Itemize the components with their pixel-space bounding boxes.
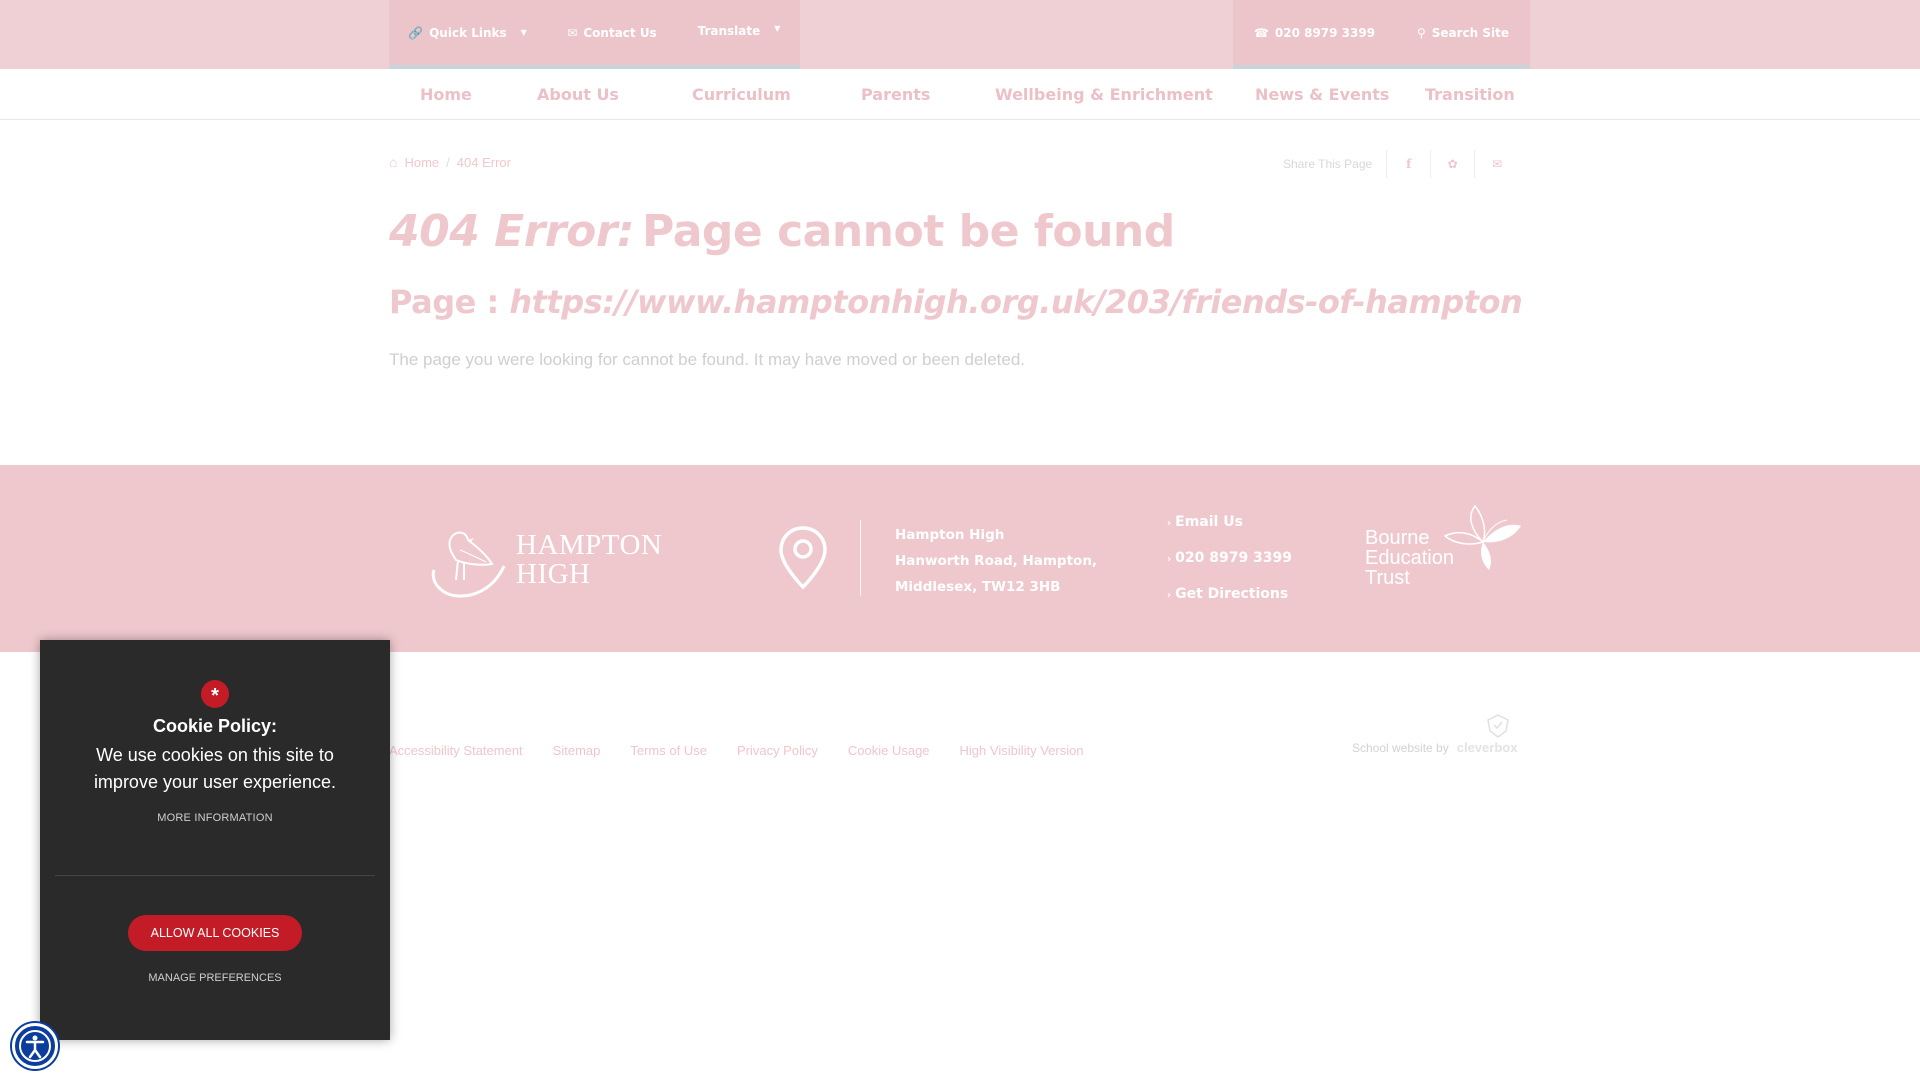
- breadcrumb: ⌂ Home / 404 Error: [389, 154, 511, 170]
- logo-line-2: HIGH: [516, 558, 591, 590]
- envelope-icon: ✉: [567, 25, 578, 40]
- nav-item-transition[interactable]: Transition: [1425, 69, 1515, 120]
- school-logo[interactable]: HAMPTON HIGH: [420, 520, 662, 600]
- nav-item-about-us[interactable]: About Us: [537, 69, 619, 120]
- email-share-icon[interactable]: ✉: [1475, 150, 1519, 178]
- page-title: 404 Error: Page cannot be found: [389, 206, 1175, 257]
- phone-icon: ☎: [1253, 25, 1269, 40]
- share-label: Share This Page: [1283, 150, 1388, 178]
- privacy-policy-link[interactable]: Privacy Policy: [737, 743, 818, 758]
- quick-links-button[interactable]: 🔗 Quick Links ▼: [389, 0, 546, 69]
- email-us-link[interactable]: › Email Us: [1167, 512, 1292, 548]
- cookie-divider: [55, 875, 375, 876]
- phone-link[interactable]: ☎ 020 8979 3399: [1233, 0, 1396, 69]
- translate-label: Translate: [697, 24, 761, 38]
- credit-brand: cleverbox: [1456, 740, 1518, 755]
- terms-of-use-link[interactable]: Terms of Use: [630, 743, 707, 758]
- cookie-title: Cookie Policy:: [152, 716, 278, 736]
- breadcrumb-current: 404 Error: [456, 154, 511, 170]
- footer-phone-link[interactable]: › 020 8979 3399: [1167, 548, 1292, 584]
- cookie-usage-link[interactable]: Cookie Usage: [848, 743, 930, 758]
- main-navigation: Home About Us Curriculum Parents Wellbei…: [0, 69, 1920, 120]
- cookie-description: We use cookies on this site to improve y…: [93, 745, 337, 792]
- accessibility-button[interactable]: [12, 1023, 58, 1069]
- trust-line-1: Bourne: [1365, 527, 1430, 549]
- accessibility-icon: [19, 1030, 51, 1062]
- cleverbox-shield-icon: [1487, 714, 1509, 738]
- accessibility-statement-link[interactable]: Accessibility Statement: [389, 743, 523, 758]
- contact-us-button[interactable]: ✉ Contact Us: [546, 0, 678, 69]
- trust-logo-text[interactable]: Bourne Education Trust: [1365, 528, 1454, 588]
- nav-item-wellbeing-enrichment[interactable]: Wellbeing & Enrichment: [995, 69, 1213, 120]
- share-bar: Share This Page f ✿ ✉: [1283, 150, 1519, 178]
- school-logo-text: HAMPTON HIGH: [516, 531, 662, 589]
- footer-phone-label: 020 8979 3399: [1175, 550, 1293, 566]
- nav-item-curriculum[interactable]: Curriculum: [692, 69, 791, 120]
- trust-line-3: Trust: [1365, 567, 1410, 589]
- cookie-popup: * Cookie Policy: We use cookies on this …: [40, 640, 390, 1040]
- credit-label: School website by: [1352, 740, 1449, 755]
- search-icon: ⚲: [1416, 25, 1426, 40]
- logo-line-1: HAMPTON: [516, 529, 663, 561]
- missing-page-heading: Page : https://www.hamptonhigh.org.uk/20…: [389, 283, 1523, 321]
- address-line-1: Hampton High: [895, 527, 1005, 543]
- facebook-icon[interactable]: f: [1387, 150, 1432, 178]
- caret-down-icon: ▼: [774, 24, 781, 33]
- address-line-2: Hanworth Road, Hampton,: [895, 553, 1098, 569]
- trust-line-2: Education: [1365, 547, 1454, 569]
- chevron-right-icon: ›: [1167, 554, 1172, 565]
- chevron-right-icon: ›: [1167, 518, 1172, 529]
- search-site-button[interactable]: ⚲ Search Site: [1396, 0, 1530, 69]
- caret-down-icon: ▼: [520, 28, 527, 37]
- school-address: Hampton High Hanworth Road, Hampton, Mid…: [895, 522, 1097, 600]
- bird-logo-icon: [431, 531, 506, 598]
- phone-label: 020 8979 3399: [1274, 25, 1376, 40]
- home-icon[interactable]: ⌂: [389, 154, 397, 170]
- contact-us-label: Contact Us: [583, 25, 657, 40]
- chevron-right-icon: ›: [1167, 590, 1172, 601]
- breadcrumb-home-link[interactable]: Home: [404, 155, 439, 170]
- get-directions-link[interactable]: › Get Directions: [1167, 584, 1292, 620]
- link-icon: 🔗: [408, 25, 424, 40]
- quick-links-label: Quick Links: [429, 25, 507, 40]
- error-message: The page you were looking for cannot be …: [389, 350, 1026, 369]
- allow-all-cookies-button[interactable]: ALLOW ALL COOKIES: [128, 915, 302, 951]
- top-utility-bar: 🔗 Quick Links ▼ ✉ Contact Us Translate ▼…: [0, 0, 1920, 69]
- nav-item-parents[interactable]: Parents: [861, 69, 930, 120]
- legal-links: Accessibility Statement Sitemap Terms of…: [389, 743, 1084, 758]
- sitemap-link[interactable]: Sitemap: [553, 743, 601, 758]
- twitter-icon[interactable]: ✿: [1431, 150, 1476, 178]
- cookie-asterisk-icon: *: [201, 680, 229, 708]
- nav-item-news-events[interactable]: News & Events: [1255, 69, 1389, 120]
- footer-contact-links: › Email Us › 020 8979 3399 › Get Directions: [1167, 512, 1292, 620]
- translate-dropdown[interactable]: Translate ▼: [678, 0, 800, 69]
- error-title: Page cannot be found: [642, 206, 1175, 257]
- search-label: Search Site: [1431, 25, 1510, 40]
- manage-preferences-link[interactable]: MANAGE PREFERENCES: [40, 972, 390, 984]
- error-code: 404 Error:: [389, 206, 635, 257]
- map-pin-icon: [779, 526, 827, 590]
- missing-page-url: https://www.hamptonhigh.org.uk/203/frien…: [509, 283, 1523, 321]
- nav-item-home[interactable]: Home: [420, 69, 472, 120]
- footer-divider: [860, 520, 861, 596]
- get-directions-label: Get Directions: [1175, 586, 1289, 602]
- high-visibility-link[interactable]: High Visibility Version: [960, 743, 1084, 758]
- email-us-label: Email Us: [1175, 514, 1243, 530]
- more-information-link[interactable]: MORE INFORMATION: [40, 812, 390, 824]
- breadcrumb-separator: /: [446, 154, 450, 170]
- address-line-3: Middlesex, TW12 3HB: [895, 579, 1061, 595]
- site-credit[interactable]: School website by cleverbox: [1352, 740, 1517, 755]
- page-label: Page :: [389, 283, 499, 321]
